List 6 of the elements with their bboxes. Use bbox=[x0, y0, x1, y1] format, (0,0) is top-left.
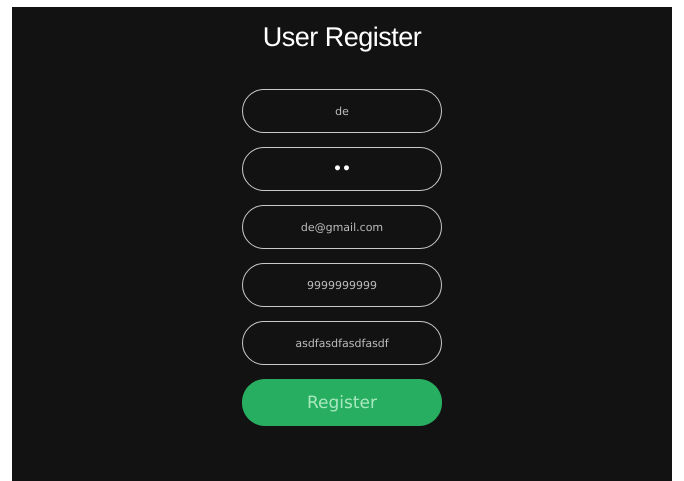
password-field[interactable]: •• bbox=[242, 147, 442, 191]
input-field[interactable]: de bbox=[242, 89, 442, 133]
input-field[interactable]: 9999999999 bbox=[242, 263, 442, 307]
page-title: User Register bbox=[262, 21, 422, 54]
input-field[interactable]: de@gmail.com bbox=[242, 205, 442, 249]
input-field[interactable]: asdfasdfasdfasdf bbox=[242, 321, 442, 365]
